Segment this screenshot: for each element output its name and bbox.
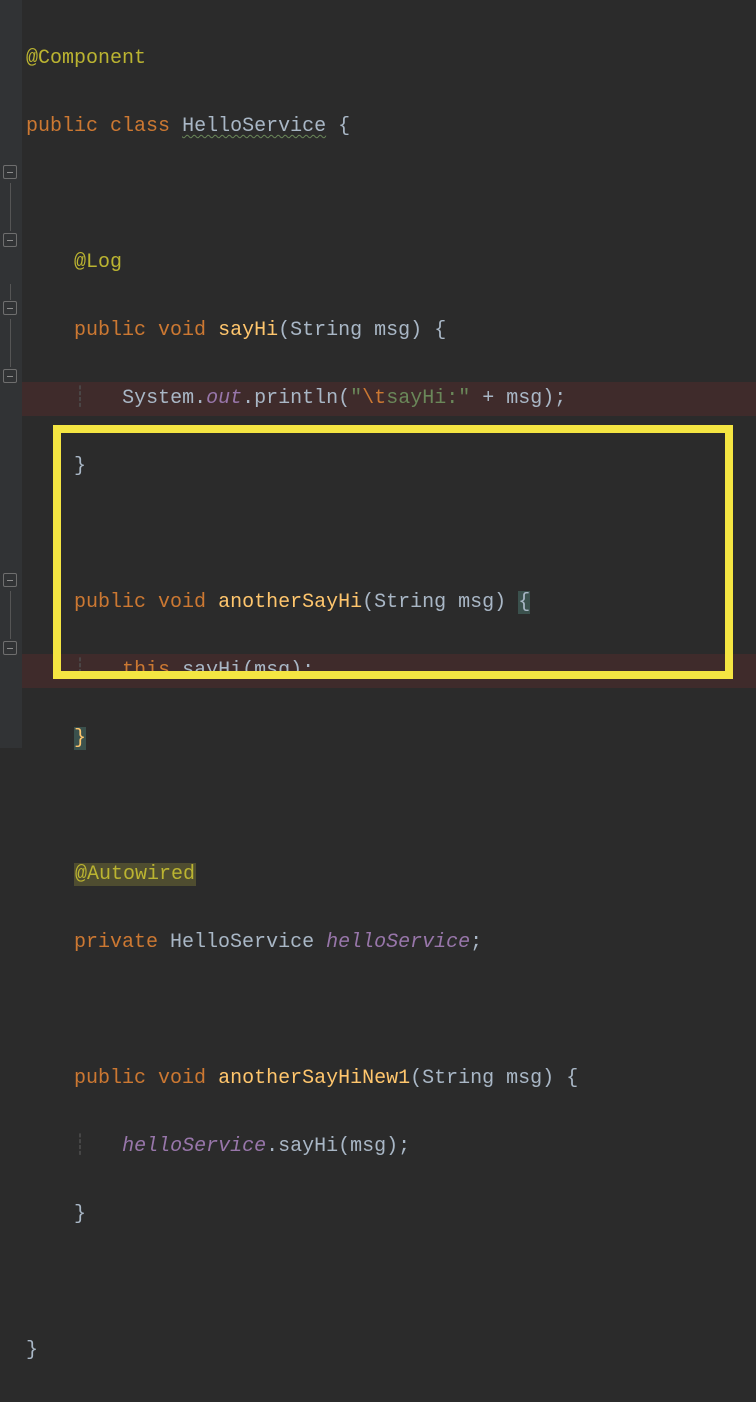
code-line: }: [22, 722, 756, 756]
code-line: [22, 518, 756, 552]
method-name: anotherSayHiNew1: [218, 1067, 410, 1090]
field-name: helloService: [326, 931, 470, 954]
fold-icon[interactable]: [3, 165, 17, 179]
annotation-highlighted: @Autowired: [74, 863, 196, 886]
code-line: @Component: [22, 42, 756, 76]
code-line: public void sayHi(String msg) {: [22, 314, 756, 348]
field-ref: helloService: [122, 1135, 266, 1158]
annotation: @Component: [26, 47, 146, 70]
fold-line: [10, 284, 11, 300]
matched-brace: }: [74, 727, 86, 750]
fold-icon[interactable]: [3, 573, 17, 587]
matched-brace: {: [518, 591, 530, 614]
code-line-highlighted: ┊ System.out.println("\tsayHi:" + msg);: [22, 382, 756, 416]
fold-icon[interactable]: [3, 369, 17, 383]
code-line: @Autowired: [22, 858, 756, 892]
code-line-highlighted: ┊ this.sayHi(msg);: [22, 654, 756, 688]
code-editor[interactable]: @Component public class HelloService { @…: [22, 8, 756, 1402]
code-line: }: [22, 1198, 756, 1232]
code-line: public void anotherSayHiNew1(String msg)…: [22, 1062, 756, 1096]
code-line: [22, 994, 756, 1028]
fold-line: [10, 591, 11, 639]
annotation: @Log: [74, 251, 122, 274]
code-line: private HelloService helloService;: [22, 926, 756, 960]
class-name: HelloService: [182, 115, 326, 138]
code-line: [22, 1266, 756, 1300]
code-line: public void anotherSayHi(String msg) {: [22, 586, 756, 620]
method-name: sayHi: [218, 319, 278, 342]
code-line: }: [22, 450, 756, 484]
code-line: public class HelloService {: [22, 110, 756, 144]
code-line: [22, 790, 756, 824]
method-name: anotherSayHi: [218, 591, 362, 614]
static-field: out: [206, 387, 242, 410]
code-line: ┊ helloService.sayHi(msg);: [22, 1130, 756, 1164]
code-line: @Log: [22, 246, 756, 280]
fold-icon[interactable]: [3, 641, 17, 655]
code-line: [22, 178, 756, 212]
editor-gutter: [0, 0, 22, 748]
fold-icon[interactable]: [3, 301, 17, 315]
fold-icon[interactable]: [3, 233, 17, 247]
fold-line: [10, 319, 11, 367]
code-line: }: [22, 1334, 756, 1368]
fold-line: [10, 183, 11, 231]
